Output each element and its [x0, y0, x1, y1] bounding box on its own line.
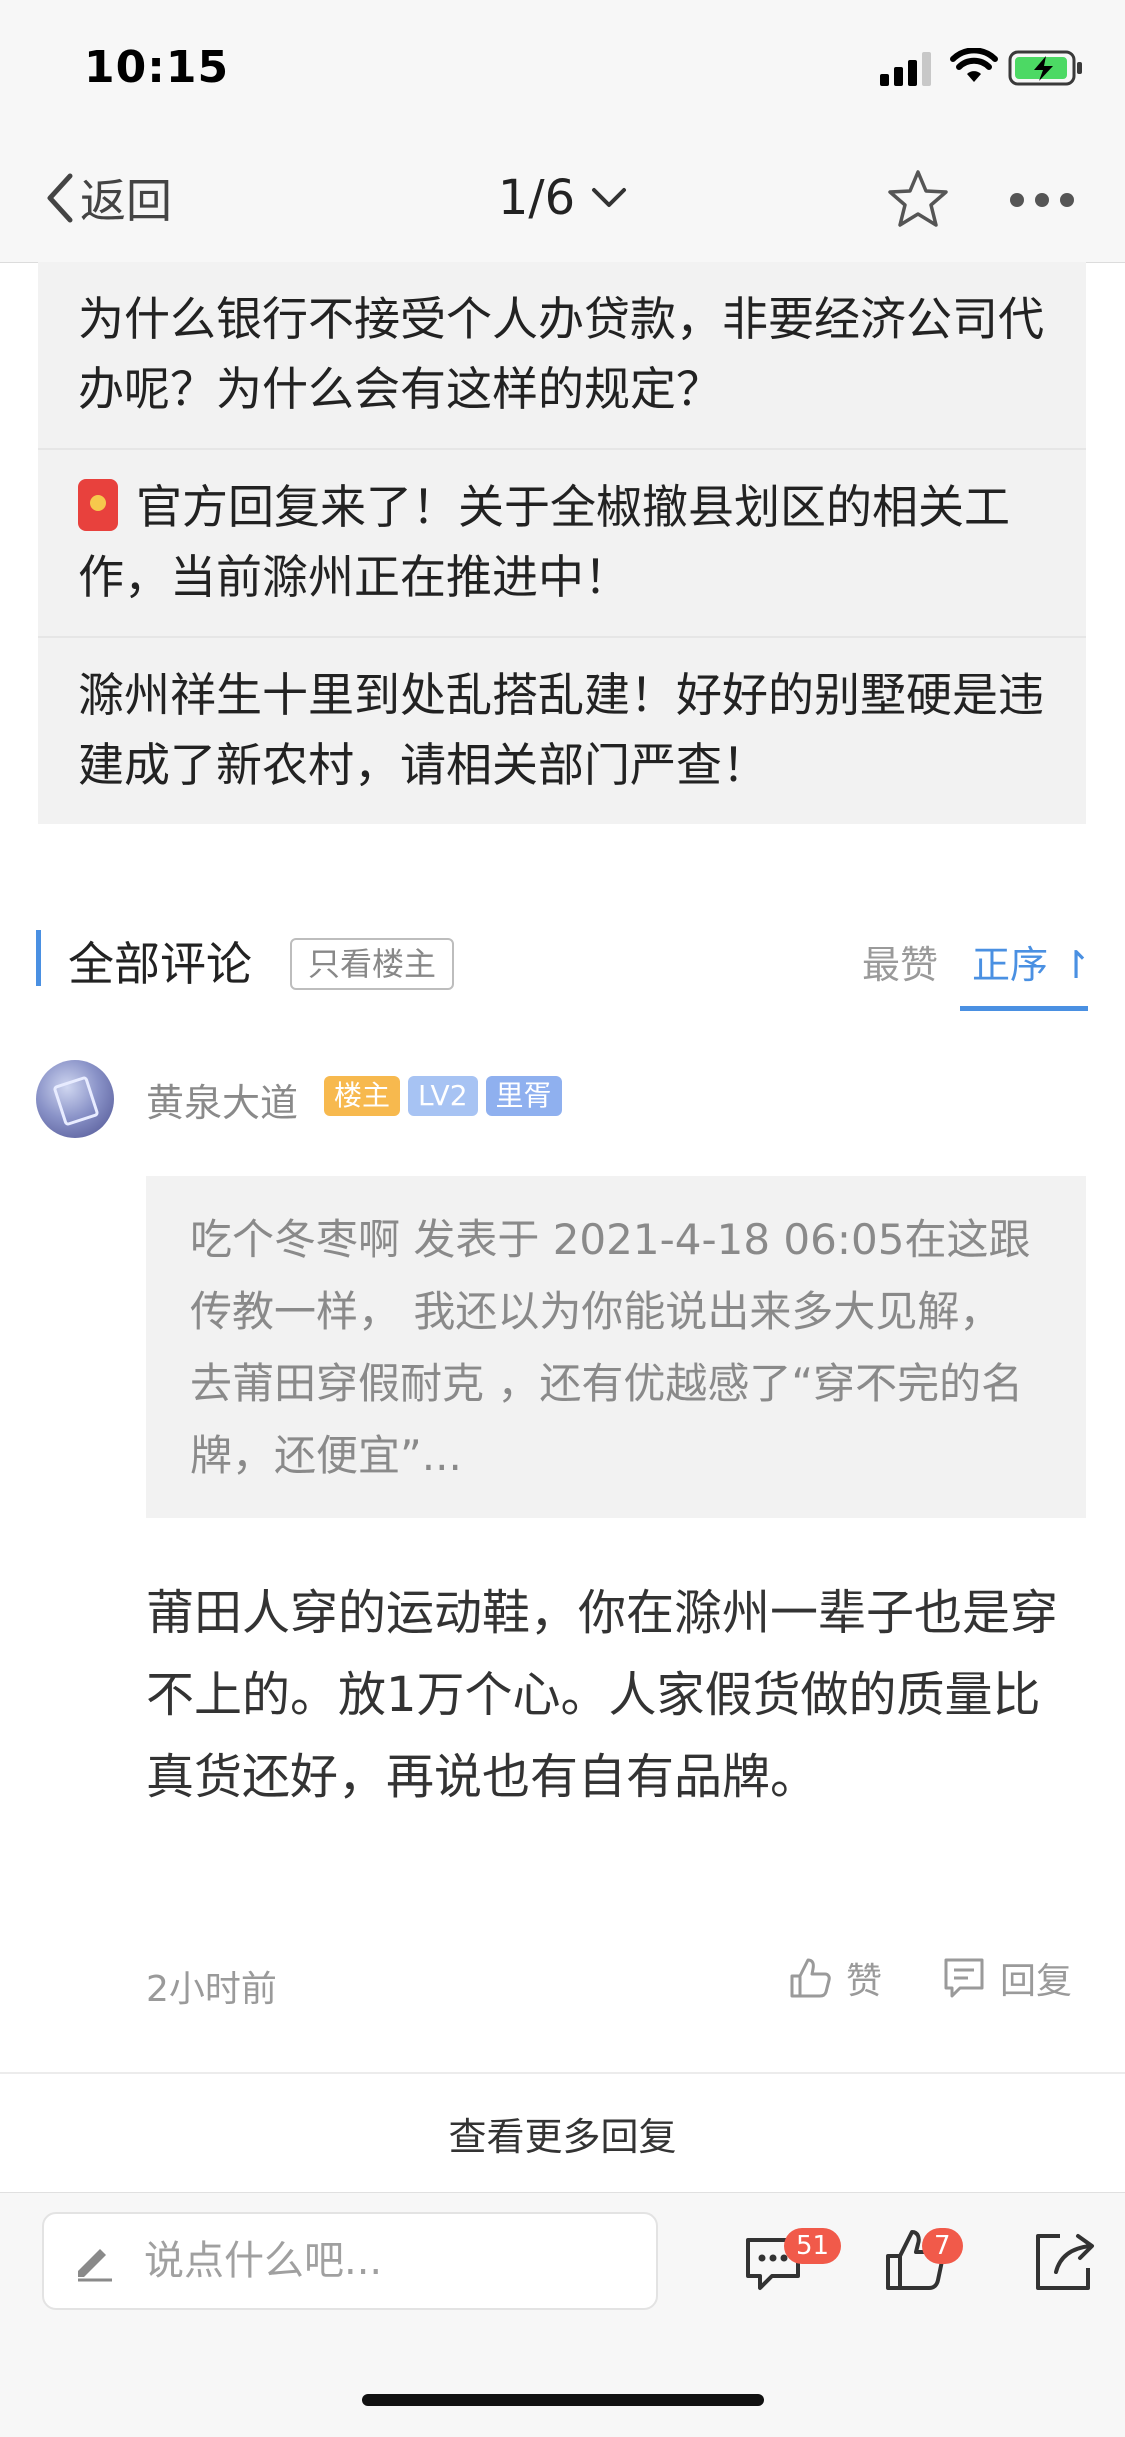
comment-body: 莆田人穿的运动鞋，你在滁州一辈子也是穿不上的。放1万个心。人家假货做的质量比真货…: [146, 1585, 1059, 1805]
sort-by-likes-tab[interactable]: 最赞: [862, 934, 938, 989]
active-sort-indicator: [960, 1006, 1088, 1011]
related-post-item[interactable]: 官方回复来了！关于全椒撤县划区的相关工作，当前滁州正在推进中！: [38, 450, 1086, 638]
wifi-icon: [950, 48, 998, 82]
battery-charging-icon: [1008, 50, 1082, 86]
thumbs-up-icon: [790, 1958, 831, 1998]
related-post-item[interactable]: 滁州祥生十里到处乱搭乱建！好好的别墅硬是违建成了新农村，请相关部门严查！: [38, 638, 1086, 824]
quoted-comment[interactable]: 吃个冬枣啊 发表于 2021-4-18 06:05在这跟传教一样， 我还以为你能…: [146, 1176, 1086, 1518]
red-envelope-icon: [78, 479, 118, 531]
related-post-title: 官方回复来了！关于全椒撤县划区的相关工作，当前滁州正在推进中！: [78, 480, 1010, 604]
comment-count-badge: 51: [784, 2228, 842, 2264]
reply-label: 回复: [1000, 1961, 1073, 2002]
page-indicator: 1/6: [497, 170, 576, 226]
home-indicator: [362, 2394, 764, 2406]
related-post-item[interactable]: 为什么银行不接受个人办贷款，非要经济公司代办呢？为什么会有这样的规定？: [38, 262, 1086, 450]
title-badge: 里胥: [485, 1076, 562, 1116]
op-badge: 楼主: [324, 1076, 401, 1116]
divider: [0, 2072, 1125, 2074]
more-options-icon[interactable]: [1008, 186, 1076, 214]
cellular-signal-icon: [880, 52, 931, 86]
chevron-down-icon: [592, 188, 627, 207]
reply-comment-button[interactable]: 回复: [942, 1952, 1072, 2004]
pencil-icon: [78, 2249, 112, 2282]
related-post-title: 为什么银行不接受个人办贷款，非要经济公司代办呢？为什么会有这样的规定？: [78, 292, 1044, 416]
avatar[interactable]: [36, 1060, 114, 1138]
view-more-replies-button[interactable]: 查看更多回复: [0, 2106, 1125, 2161]
like-comment-button[interactable]: 赞: [788, 1952, 882, 2004]
share-icon[interactable]: [1030, 2226, 1102, 2298]
related-post-title: 滁州祥生十里到处乱搭乱建！好好的别墅硬是违建成了新农村，请相关部门严查！: [78, 668, 1044, 792]
related-posts-list: 为什么银行不接受个人办贷款，非要经济公司代办呢？为什么会有这样的规定？ 官方回复…: [38, 262, 1086, 824]
level-badge: LV2: [408, 1076, 478, 1116]
comment-input[interactable]: [142, 2237, 626, 2285]
like-label: 赞: [846, 1961, 883, 2002]
comments-title: 全部评论: [68, 937, 252, 991]
comment-time: 2小时前: [146, 1969, 277, 2010]
only-op-filter-button[interactable]: 只看楼主: [290, 938, 455, 990]
sort-ascending-tab[interactable]: 正序 ↾: [972, 934, 1092, 989]
favorite-star-icon[interactable]: [886, 168, 950, 232]
comment-username[interactable]: 黄泉大道: [146, 1072, 298, 1127]
reply-bubble-icon: [944, 1958, 984, 1998]
user-badges: 楼主 LV2 里胥: [324, 1076, 562, 1116]
comment-input-box[interactable]: [42, 2212, 658, 2310]
status-time: 10:15: [84, 42, 230, 93]
section-accent-bar: [36, 930, 41, 986]
page-selector[interactable]: 1/6: [0, 166, 1125, 230]
like-count-badge: 7: [922, 2228, 963, 2264]
